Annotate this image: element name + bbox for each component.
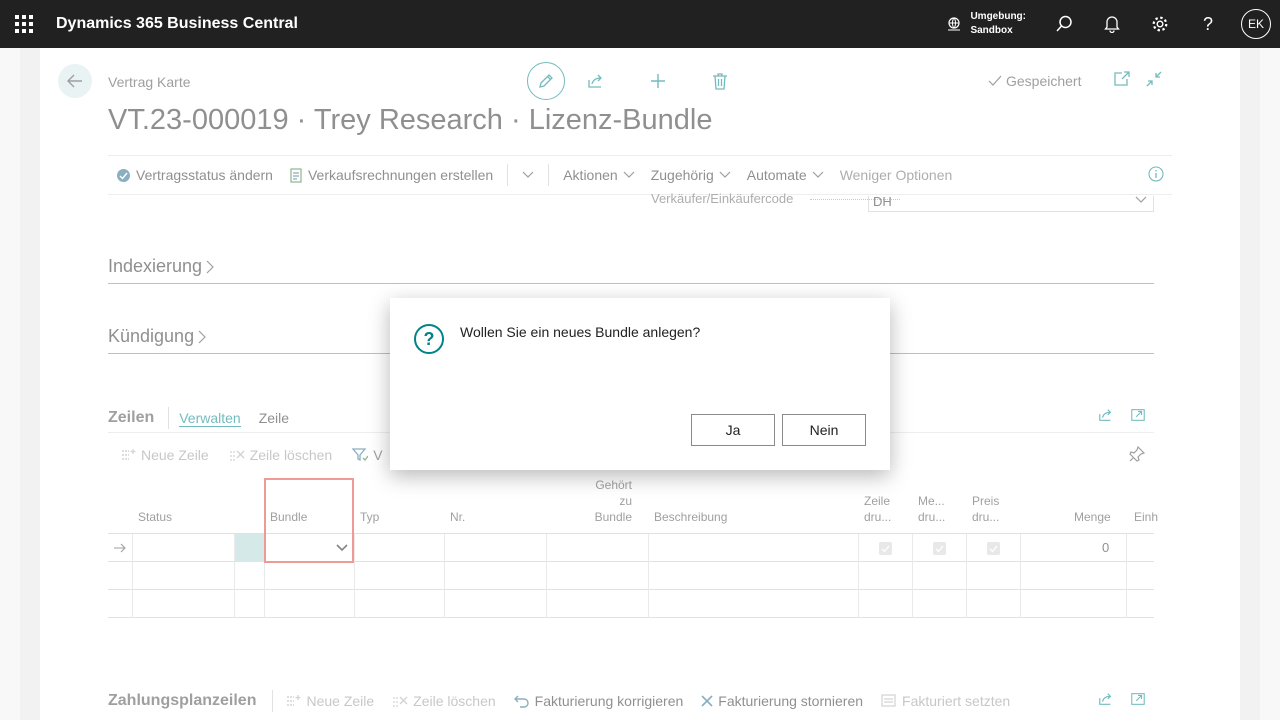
bell-icon [1104,16,1120,33]
top-bar: Dynamics 365 Business Central Umgebung: … [0,0,1280,48]
confirm-dialog: ? Wollen Sie ein neues Bundle anlegen? J… [390,298,890,470]
settings-button[interactable] [1136,0,1184,48]
dialog-message: Wollen Sie ein neues Bundle anlegen? [460,324,701,340]
notifications-button[interactable] [1088,0,1136,48]
waffle-icon [15,15,33,33]
question-icon: ? [414,324,444,354]
app-title[interactable]: Dynamics 365 Business Central [56,15,298,33]
search-button[interactable] [1040,0,1088,48]
gear-icon [1152,16,1168,32]
environment-value: Sandbox [970,25,1013,36]
environment-label: Umgebung: [970,11,1026,22]
yes-button[interactable]: Ja [691,414,775,446]
help-button[interactable]: ? [1184,0,1232,48]
app-launcher-button[interactable] [0,0,48,48]
help-icon: ? [1202,13,1213,34]
no-button[interactable]: Nein [782,414,866,446]
user-avatar[interactable]: EK [1241,9,1271,39]
environment-icon [948,17,961,31]
environment-indicator[interactable]: Umgebung: Sandbox [946,10,1026,38]
search-icon [1056,15,1072,32]
